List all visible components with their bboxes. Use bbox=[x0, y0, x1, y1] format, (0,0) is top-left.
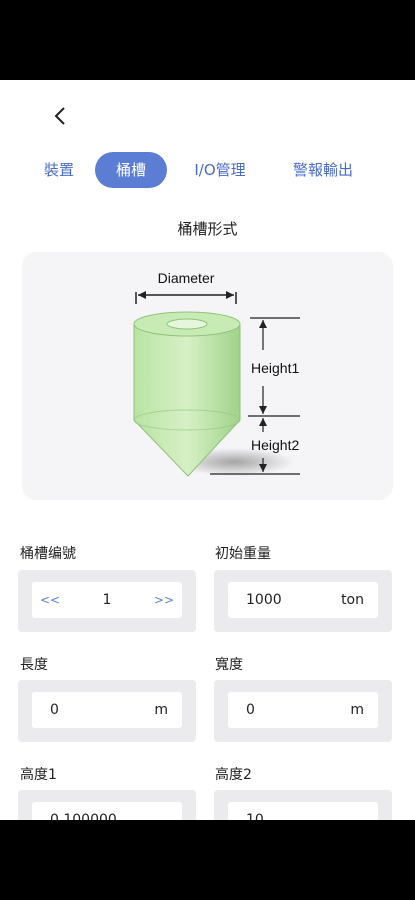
width-input[interactable]: 0 m bbox=[228, 692, 378, 728]
chevron-left-icon bbox=[54, 107, 65, 125]
length-value: 0 bbox=[50, 702, 59, 718]
back-button[interactable] bbox=[48, 102, 72, 130]
height1-label: Height1 bbox=[251, 360, 299, 376]
tank-no-label: 桶槽编號 bbox=[20, 546, 76, 562]
height2-field: 10 bbox=[214, 790, 392, 820]
initial-weight-field: 1000 ton bbox=[214, 570, 392, 632]
height2-value: 10 bbox=[246, 812, 264, 820]
initial-weight-label: 初始重量 bbox=[215, 546, 271, 562]
width-field: 0 m bbox=[214, 680, 392, 742]
height2-field-label: 高度2 bbox=[215, 767, 252, 783]
diameter-label: Diameter bbox=[158, 270, 215, 286]
height2-label: Height2 bbox=[251, 437, 299, 453]
tab-device[interactable]: 裝置 bbox=[34, 152, 84, 188]
width-unit: m bbox=[350, 702, 364, 718]
height2-input[interactable]: 10 bbox=[228, 802, 378, 820]
tab-alarm-output[interactable]: 警報輸出 bbox=[284, 152, 362, 188]
tank-diagram-card: Diameter Height1 Height2 bbox=[22, 252, 393, 500]
height1-value: 0.100000 bbox=[50, 812, 117, 820]
tank-no-stepper: << 1 >> bbox=[32, 582, 182, 618]
next-tank-button[interactable]: >> bbox=[154, 582, 174, 618]
tank-opening bbox=[166, 318, 208, 330]
tank-settings-screen: 裝置 桶槽 I/O管理 警報輸出 桶槽形式 Diameter Height1 H… bbox=[0, 80, 415, 820]
height1-input[interactable]: 0.100000 bbox=[32, 802, 182, 820]
initial-weight-unit: ton bbox=[341, 592, 364, 608]
height1-field-label: 高度1 bbox=[20, 767, 57, 783]
length-field: 0 m bbox=[18, 680, 196, 742]
initial-weight-input[interactable]: 1000 ton bbox=[228, 582, 378, 618]
tank-diagram: Diameter Height1 Height2 bbox=[133, 270, 300, 477]
height1-field: 0.100000 bbox=[18, 790, 196, 820]
initial-weight-value: 1000 bbox=[246, 592, 282, 608]
tab-io-management[interactable]: I/O管理 bbox=[184, 152, 256, 188]
tab-bar: 裝置 桶槽 I/O管理 警報輸出 bbox=[0, 152, 415, 188]
length-input[interactable]: 0 m bbox=[32, 692, 182, 728]
length-label: 長度 bbox=[20, 657, 48, 673]
length-unit: m bbox=[154, 702, 168, 718]
tab-tank[interactable]: 桶槽 bbox=[95, 152, 167, 188]
width-label: 寬度 bbox=[215, 657, 243, 673]
section-title: 桶槽形式 bbox=[177, 220, 238, 238]
width-value: 0 bbox=[246, 702, 255, 718]
tank-no-field: << 1 >> bbox=[18, 570, 196, 632]
